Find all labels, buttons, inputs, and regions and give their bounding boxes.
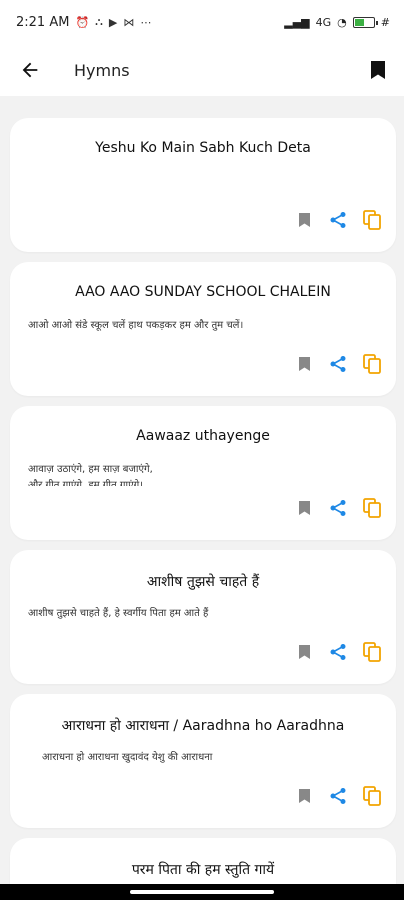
- bookmark-button[interactable]: [294, 354, 314, 374]
- copy-button[interactable]: [362, 498, 382, 518]
- system-nav-bar: [0, 884, 404, 900]
- hymn-title: Aawaaz uthayenge: [136, 428, 270, 444]
- copy-button[interactable]: [362, 642, 382, 662]
- bookmark-button[interactable]: [294, 786, 314, 806]
- status-hash: #: [380, 15, 390, 29]
- battery-icon: [352, 16, 378, 28]
- hymn-title: आराधना हो आराधना / Aaradhna ho Aaradhna: [61, 718, 345, 734]
- bookmark-icon: [298, 501, 310, 515]
- more-dots-icon: ⋯: [140, 15, 152, 29]
- share-icon: [330, 212, 346, 228]
- copy-button[interactable]: [362, 210, 382, 230]
- hymn-title: Yeshu Ko Main Sabh Kuch Deta: [95, 140, 311, 156]
- hymn-actions: [294, 498, 382, 518]
- bookmark-icon: [298, 213, 310, 227]
- bookmark-button[interactable]: [294, 498, 314, 518]
- copy-icon: [363, 642, 381, 662]
- status-left: 2:21 AM ⏰ ⛬ ▶ ⋈ ⋯: [16, 15, 151, 30]
- hymn-title: परम पिता की हम स्तुति गायें: [131, 862, 275, 878]
- hymn-preview: आवाज़ उठाएंगे, हम साज़ बजाएंगे, और गीत ग…: [28, 464, 153, 486]
- arrow-left-icon: [22, 62, 38, 78]
- share-icon: [330, 644, 346, 660]
- gallery-icon: ⋈: [123, 15, 135, 29]
- share-button[interactable]: [328, 210, 348, 230]
- app-bar: Hymns: [0, 44, 404, 96]
- wifi-icon: ◔: [337, 15, 347, 29]
- share-button[interactable]: [328, 786, 348, 806]
- copy-icon: [363, 354, 381, 374]
- network-label: 4G: [315, 15, 332, 29]
- share-button[interactable]: [328, 642, 348, 662]
- bookmark-icon: [298, 789, 310, 803]
- bookmark-button[interactable]: [294, 210, 314, 230]
- hymn-actions: [294, 786, 382, 806]
- copy-icon: [363, 786, 381, 806]
- hymn-card[interactable]: आराधना हो आराधना / Aaradhna ho Aaradhna …: [10, 694, 396, 828]
- bookmark-filled-icon: [371, 61, 385, 79]
- copy-button[interactable]: [362, 786, 382, 806]
- bookmarks-button[interactable]: [366, 58, 390, 82]
- hymn-actions: [294, 354, 382, 374]
- hymn-title: AAO AAO SUNDAY SCHOOL CHALEIN: [75, 284, 331, 300]
- copy-icon: [363, 498, 381, 518]
- hymn-card[interactable]: Yeshu Ko Main Sabh Kuch Deta: [10, 118, 396, 252]
- share-button[interactable]: [328, 354, 348, 374]
- people-icon: ⛬: [95, 15, 103, 28]
- page-title: Hymns: [74, 60, 130, 80]
- signal-icon: ▂▄▆: [284, 15, 310, 29]
- share-icon: [330, 500, 346, 516]
- share-icon: [330, 788, 346, 804]
- status-bar: 2:21 AM ⏰ ⛬ ▶ ⋈ ⋯ ▂▄▆ 4G ◔ #: [0, 0, 404, 44]
- home-gesture-pill[interactable]: [130, 890, 274, 894]
- bookmark-icon: [298, 645, 310, 659]
- status-time: 2:21 AM: [16, 14, 70, 30]
- hymn-preview: आओ आओ संडे स्कूल चलें हाथ पकड़कर हम और त…: [28, 320, 244, 331]
- share-button[interactable]: [328, 498, 348, 518]
- bookmark-button[interactable]: [294, 642, 314, 662]
- hymn-card[interactable]: AAO AAO SUNDAY SCHOOL CHALEIN आओ आओ संडे…: [10, 262, 396, 396]
- hymn-card[interactable]: Aawaaz uthayenge आवाज़ उठाएंगे, हम साज़ …: [10, 406, 396, 540]
- hymn-actions: [294, 210, 382, 230]
- hymn-actions: [294, 642, 382, 662]
- copy-button[interactable]: [362, 354, 382, 374]
- bookmark-icon: [298, 357, 310, 371]
- hymn-preview: आशीष तुझसे चाहते हैं, हे स्वर्गीय पिता ह…: [28, 608, 209, 619]
- back-button[interactable]: [16, 56, 44, 84]
- hymn-title: आशीष तुझसे चाहते हैं: [146, 574, 260, 590]
- copy-icon: [363, 210, 381, 230]
- play-icon: ▶: [108, 15, 118, 29]
- share-icon: [330, 356, 346, 372]
- status-right: ▂▄▆ 4G ◔ #: [284, 16, 390, 29]
- hymn-card[interactable]: आशीष तुझसे चाहते हैं आशीष तुझसे चाहते है…: [10, 550, 396, 684]
- hymn-preview: आराधना हो आराधना खुदावंद येशु की आराधना: [42, 752, 213, 763]
- alarm-icon: ⏰: [75, 15, 90, 29]
